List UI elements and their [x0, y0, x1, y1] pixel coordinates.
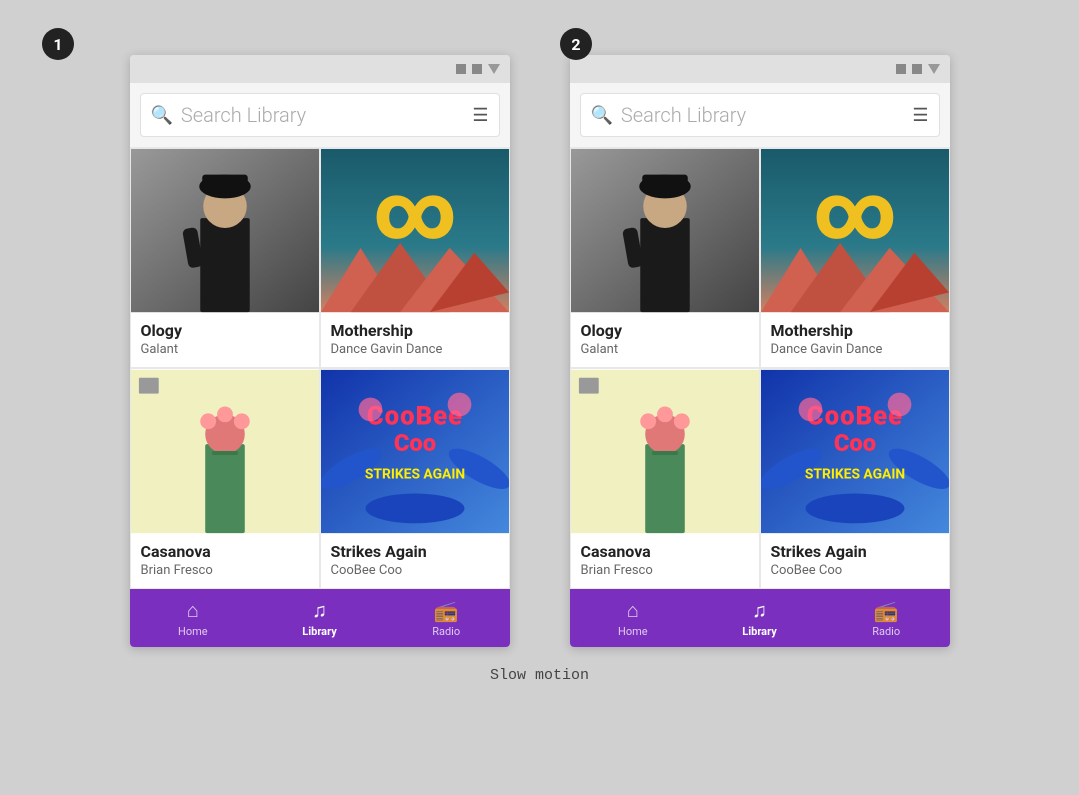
svg-text:∞: ∞	[373, 166, 457, 258]
nav-library-2[interactable]: ♫ Library	[696, 598, 823, 638]
album-artist-casanova-2: Brian Fresco	[581, 563, 749, 578]
album-art-ology-2	[571, 148, 759, 313]
title-bar-2	[570, 55, 950, 83]
radio-icon-2: 📻	[874, 599, 899, 623]
nav-radio-2[interactable]: 📻 Radio	[823, 599, 950, 638]
nav-library-label-2: Library	[742, 625, 776, 638]
album-art-ology-1	[131, 148, 319, 313]
nav-library-label-1: Library	[302, 625, 336, 638]
album-info-ology-1: Ology Galant	[131, 313, 319, 367]
title-btn-4	[912, 64, 922, 74]
album-art-casanova-2	[571, 369, 759, 534]
nav-radio-label-2: Radio	[872, 625, 900, 638]
album-info-mothership-1: Mothership Dance Gavin Dance	[321, 313, 509, 367]
nav-radio-label-1: Radio	[432, 625, 460, 638]
step-badge-1: 1	[42, 28, 74, 60]
album-art-mothership-1: ∞	[321, 148, 509, 313]
album-title-ology-1: Ology	[141, 321, 309, 340]
album-title-strikes-1: Strikes Again	[331, 542, 499, 561]
album-info-casanova-2: Casanova Brian Fresco	[571, 534, 759, 588]
svg-text:STRIKES AGAIN: STRIKES AGAIN	[804, 467, 904, 483]
album-cell-ology-1[interactable]: Ology Galant	[130, 147, 320, 368]
list-view-icon-2[interactable]: ☰	[912, 105, 928, 126]
svg-text:STRIKES AGAIN: STRIKES AGAIN	[364, 467, 464, 483]
nav-radio-1[interactable]: 📻 Radio	[383, 599, 510, 638]
album-title-mothership-1: Mothership	[331, 321, 499, 340]
album-info-strikes-2: Strikes Again CooBee Coo	[761, 534, 949, 588]
album-title-casanova-1: Casanova	[141, 542, 309, 561]
album-artist-strikes-2: CooBee Coo	[771, 563, 939, 578]
bottom-nav-1: ⌂ Home ♫ Library 📻 Radio	[130, 589, 510, 647]
search-icon-2: 🔍	[591, 105, 613, 126]
album-cell-mothership-1[interactable]: ∞ Mothership Dance Gavin Dance	[320, 147, 510, 368]
title-bar-1	[130, 55, 510, 83]
album-art-casanova-1	[131, 369, 319, 534]
album-artist-mothership-1: Dance Gavin Dance	[331, 342, 499, 357]
library-icon-2: ♫	[752, 598, 767, 623]
title-btn-2	[472, 64, 482, 74]
home-icon-2: ⌂	[627, 598, 639, 623]
album-artist-mothership-2: Dance Gavin Dance	[771, 342, 939, 357]
list-view-icon-1[interactable]: ☰	[472, 105, 488, 126]
nav-home-2[interactable]: ⌂ Home	[570, 598, 697, 638]
album-info-ology-2: Ology Galant	[571, 313, 759, 367]
nav-library-1[interactable]: ♫ Library	[256, 598, 383, 638]
search-placeholder-1: Search Library	[181, 103, 464, 127]
search-bar-1[interactable]: 🔍 Search Library ☰	[140, 93, 500, 137]
album-cell-casanova-1[interactable]: Casanova Brian Fresco	[130, 368, 320, 589]
album-info-mothership-2: Mothership Dance Gavin Dance	[761, 313, 949, 367]
caption: Slow motion	[490, 667, 589, 684]
album-title-strikes-2: Strikes Again	[771, 542, 939, 561]
album-artist-ology-1: Galant	[141, 342, 309, 357]
search-icon-1: 🔍	[151, 105, 173, 126]
album-info-casanova-1: Casanova Brian Fresco	[131, 534, 319, 588]
album-art-strikes-1: CooBee Coo STRIKES AGAIN	[321, 369, 509, 534]
search-bar-2[interactable]: 🔍 Search Library ☰	[580, 93, 940, 137]
library-icon-1: ♫	[312, 598, 327, 623]
album-cell-mothership-2[interactable]: ∞ Mothership Dance Gavin Dance	[760, 147, 950, 368]
album-cell-strikes-2[interactable]: CooBee Coo STRIKES AGAIN Strikes Again C…	[760, 368, 950, 589]
nav-home-label-2: Home	[618, 625, 648, 638]
album-title-casanova-2: Casanova	[581, 542, 749, 561]
svg-text:Coo: Coo	[393, 429, 435, 457]
title-btn-3	[896, 64, 906, 74]
album-artist-strikes-1: CooBee Coo	[331, 563, 499, 578]
home-icon-1: ⌂	[187, 598, 199, 623]
radio-icon-1: 📻	[434, 599, 459, 623]
album-info-strikes-1: Strikes Again CooBee Coo	[321, 534, 509, 588]
nav-home-label-1: Home	[178, 625, 208, 638]
album-artist-ology-2: Galant	[581, 342, 749, 357]
title-btn-1	[456, 64, 466, 74]
phone-screen-2: 🔍 Search Library ☰	[570, 55, 950, 647]
album-title-mothership-2: Mothership	[771, 321, 939, 340]
phone-screen-1: 🔍 Search Library ☰	[130, 55, 510, 647]
svg-text:∞: ∞	[813, 166, 897, 258]
bottom-nav-2: ⌂ Home ♫ Library 📻 Radio	[570, 589, 950, 647]
album-art-mothership-2: ∞	[761, 148, 949, 313]
nav-home-1[interactable]: ⌂ Home	[130, 598, 257, 638]
svg-text:Coo: Coo	[833, 429, 875, 457]
step-badge-2: 2	[560, 28, 592, 60]
album-grid-2: Ology Galant ∞	[570, 147, 950, 589]
album-grid-1: Ology Galant ∞	[130, 147, 510, 589]
album-title-ology-2: Ology	[581, 321, 749, 340]
screens-container: 🔍 Search Library ☰	[130, 55, 950, 647]
album-art-strikes-2: CooBee Coo STRIKES AGAIN	[761, 369, 949, 534]
title-chevron-2	[928, 64, 940, 74]
album-cell-casanova-2[interactable]: Casanova Brian Fresco	[570, 368, 760, 589]
search-placeholder-2: Search Library	[621, 103, 904, 127]
album-cell-strikes-1[interactable]: CooBee Coo STRIKES AGAIN Strikes Again C…	[320, 368, 510, 589]
album-cell-ology-2[interactable]: Ology Galant	[570, 147, 760, 368]
title-chevron	[488, 64, 500, 74]
album-artist-casanova-1: Brian Fresco	[141, 563, 309, 578]
